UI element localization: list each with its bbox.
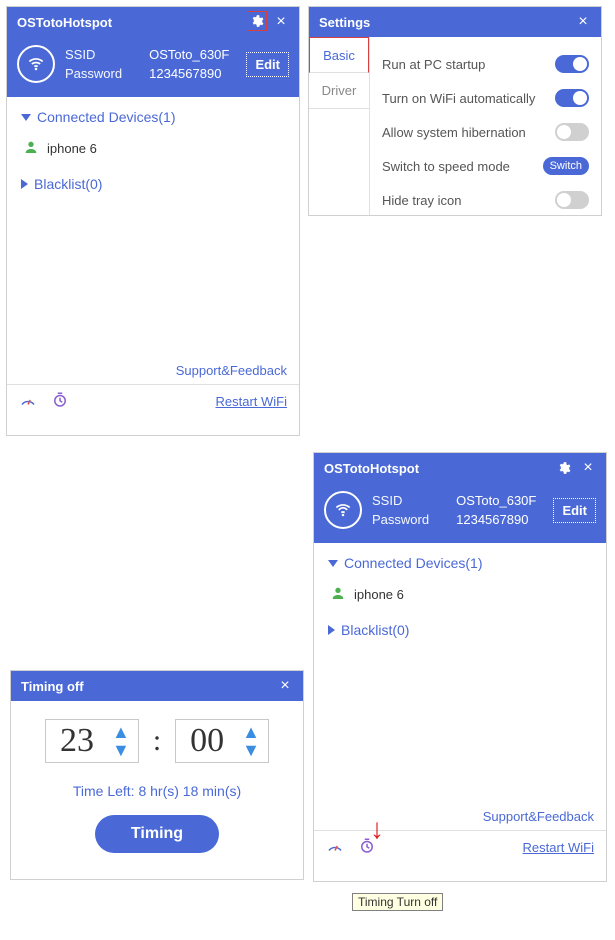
user-icon	[330, 585, 346, 604]
connected-devices-label: Connected Devices(1)	[37, 109, 176, 125]
tab-driver[interactable]: Driver	[309, 73, 369, 109]
toggle-hide-tray[interactable]	[555, 191, 589, 209]
row-label: Run at PC startup	[382, 57, 485, 72]
row-hibernation: Allow system hibernation	[382, 115, 589, 149]
tab-basic[interactable]: Basic	[309, 37, 369, 73]
main-body: Connected Devices(1) iphone 6 Blacklist(…	[314, 543, 606, 809]
ssid-label: SSID	[65, 47, 139, 62]
gear-icon[interactable]	[554, 458, 574, 478]
chevron-right-icon	[21, 179, 28, 189]
restart-wifi-link[interactable]: Restart WiFi	[216, 394, 288, 409]
hotspot-header: SSID OSToto_630F Password 1234567890 Edi…	[7, 37, 299, 97]
timing-button[interactable]: Timing	[95, 815, 219, 853]
blacklist-label: Blacklist(0)	[341, 622, 409, 638]
time-spinners: 23 ▲ ▼ : 00 ▲ ▼	[29, 719, 285, 763]
switch-speed-mode[interactable]: Switch	[543, 157, 589, 175]
hotspot-icon	[17, 45, 55, 83]
support-feedback-link[interactable]: Support&Feedback	[314, 809, 606, 830]
settings-body: Basic Driver Run at PC startup Turn on W…	[309, 37, 601, 215]
row-label: Hide tray icon	[382, 193, 461, 208]
edit-button[interactable]: Edit	[246, 52, 289, 77]
app-title: OSTotoHotspot	[17, 15, 243, 30]
toggle-hibernation[interactable]	[555, 123, 589, 141]
device-row[interactable]: iphone 6	[21, 135, 285, 162]
row-hide-tray: Hide tray icon	[382, 183, 589, 217]
main-footer: Restart WiFi	[314, 830, 606, 863]
blacklist-label: Blacklist(0)	[34, 176, 102, 192]
device-row[interactable]: iphone 6	[328, 581, 592, 608]
time-colon: :	[153, 724, 161, 758]
hotspot-header: SSID OSToto_630F Password 1234567890 Edi…	[314, 483, 606, 543]
connected-devices-toggle[interactable]: Connected Devices(1)	[328, 555, 592, 571]
timing-window: Timing off × 23 ▲ ▼ : 00 ▲ ▼ Time Left: …	[10, 670, 304, 880]
close-icon[interactable]: ×	[275, 676, 295, 696]
annotation-arrow-icon: ↓	[370, 813, 384, 845]
row-label: Turn on WiFi automatically	[382, 91, 535, 106]
hours-up-icon[interactable]: ▲	[112, 725, 130, 739]
edit-button[interactable]: Edit	[553, 498, 596, 523]
row-wifi-auto: Turn on WiFi automatically	[382, 81, 589, 115]
chevron-down-icon	[21, 114, 31, 121]
hotspot-info: SSID OSToto_630F Password 1234567890	[372, 493, 553, 527]
settings-rows: Run at PC startup Turn on WiFi automatic…	[370, 37, 601, 215]
connected-devices-label: Connected Devices(1)	[344, 555, 483, 571]
connected-devices-toggle[interactable]: Connected Devices(1)	[21, 109, 285, 125]
close-icon[interactable]: ×	[578, 458, 598, 478]
settings-window: Settings × Basic Driver Run at PC startu…	[308, 6, 602, 216]
user-icon	[23, 139, 39, 158]
time-left-label: Time Left: 8 hr(s) 18 min(s)	[29, 783, 285, 799]
timing-body: 23 ▲ ▼ : 00 ▲ ▼ Time Left: 8 hr(s) 18 mi…	[11, 701, 303, 871]
chevron-down-icon	[328, 560, 338, 567]
settings-tabs: Basic Driver	[309, 37, 370, 215]
hours-spinner[interactable]: 23 ▲ ▼	[45, 719, 139, 763]
minutes-spinner[interactable]: 00 ▲ ▼	[175, 719, 269, 763]
hotspot-icon	[324, 491, 362, 529]
blacklist-toggle[interactable]: Blacklist(0)	[328, 622, 592, 638]
timing-title: Timing off	[21, 679, 271, 694]
hours-down-icon[interactable]: ▼	[112, 743, 130, 757]
toggle-run-at-startup[interactable]	[555, 55, 589, 73]
ssid-value: OSToto_630F	[456, 493, 553, 508]
minutes-up-icon[interactable]: ▲	[242, 725, 260, 739]
settings-titlebar: Settings ×	[309, 7, 601, 37]
hours-value: 23	[48, 722, 106, 760]
timing-titlebar: Timing off ×	[11, 671, 303, 701]
row-label: Allow system hibernation	[382, 125, 526, 140]
main-body: Connected Devices(1) iphone 6 Blacklist(…	[7, 97, 299, 363]
settings-title: Settings	[319, 15, 569, 30]
timer-tooltip: Timing Turn off	[352, 893, 443, 911]
support-feedback-link[interactable]: Support&Feedback	[7, 363, 299, 384]
toggle-wifi-auto[interactable]	[555, 89, 589, 107]
main-footer: Restart WiFi	[7, 384, 299, 417]
password-value: 1234567890	[456, 512, 553, 527]
main-window-2: OSTotoHotspot × SSID OSToto_630F Passwor…	[313, 452, 607, 882]
app-title: OSTotoHotspot	[324, 461, 550, 476]
blacklist-toggle[interactable]: Blacklist(0)	[21, 176, 285, 192]
password-value: 1234567890	[149, 66, 246, 81]
main-window: OSTotoHotspot × SSID OSToto_630F Passwor…	[6, 6, 300, 436]
speed-meter-icon[interactable]	[326, 837, 344, 858]
timer-icon[interactable]	[51, 391, 69, 412]
hotspot-info: SSID OSToto_630F Password 1234567890	[65, 47, 246, 81]
gear-icon[interactable]	[247, 11, 267, 31]
device-name: iphone 6	[354, 587, 404, 602]
row-speed-mode: Switch to speed mode Switch	[382, 149, 589, 183]
password-label: Password	[65, 66, 139, 81]
speed-meter-icon[interactable]	[19, 391, 37, 412]
device-name: iphone 6	[47, 141, 97, 156]
main-titlebar: OSTotoHotspot ×	[314, 453, 606, 483]
close-icon[interactable]: ×	[271, 12, 291, 32]
chevron-right-icon	[328, 625, 335, 635]
restart-wifi-link[interactable]: Restart WiFi	[523, 840, 595, 855]
minutes-value: 00	[178, 722, 236, 760]
minutes-down-icon[interactable]: ▼	[242, 743, 260, 757]
row-label: Switch to speed mode	[382, 159, 510, 174]
ssid-label: SSID	[372, 493, 446, 508]
password-label: Password	[372, 512, 446, 527]
ssid-value: OSToto_630F	[149, 47, 246, 62]
row-run-at-startup: Run at PC startup	[382, 47, 589, 81]
close-icon[interactable]: ×	[573, 12, 593, 32]
main-titlebar: OSTotoHotspot ×	[7, 7, 299, 37]
